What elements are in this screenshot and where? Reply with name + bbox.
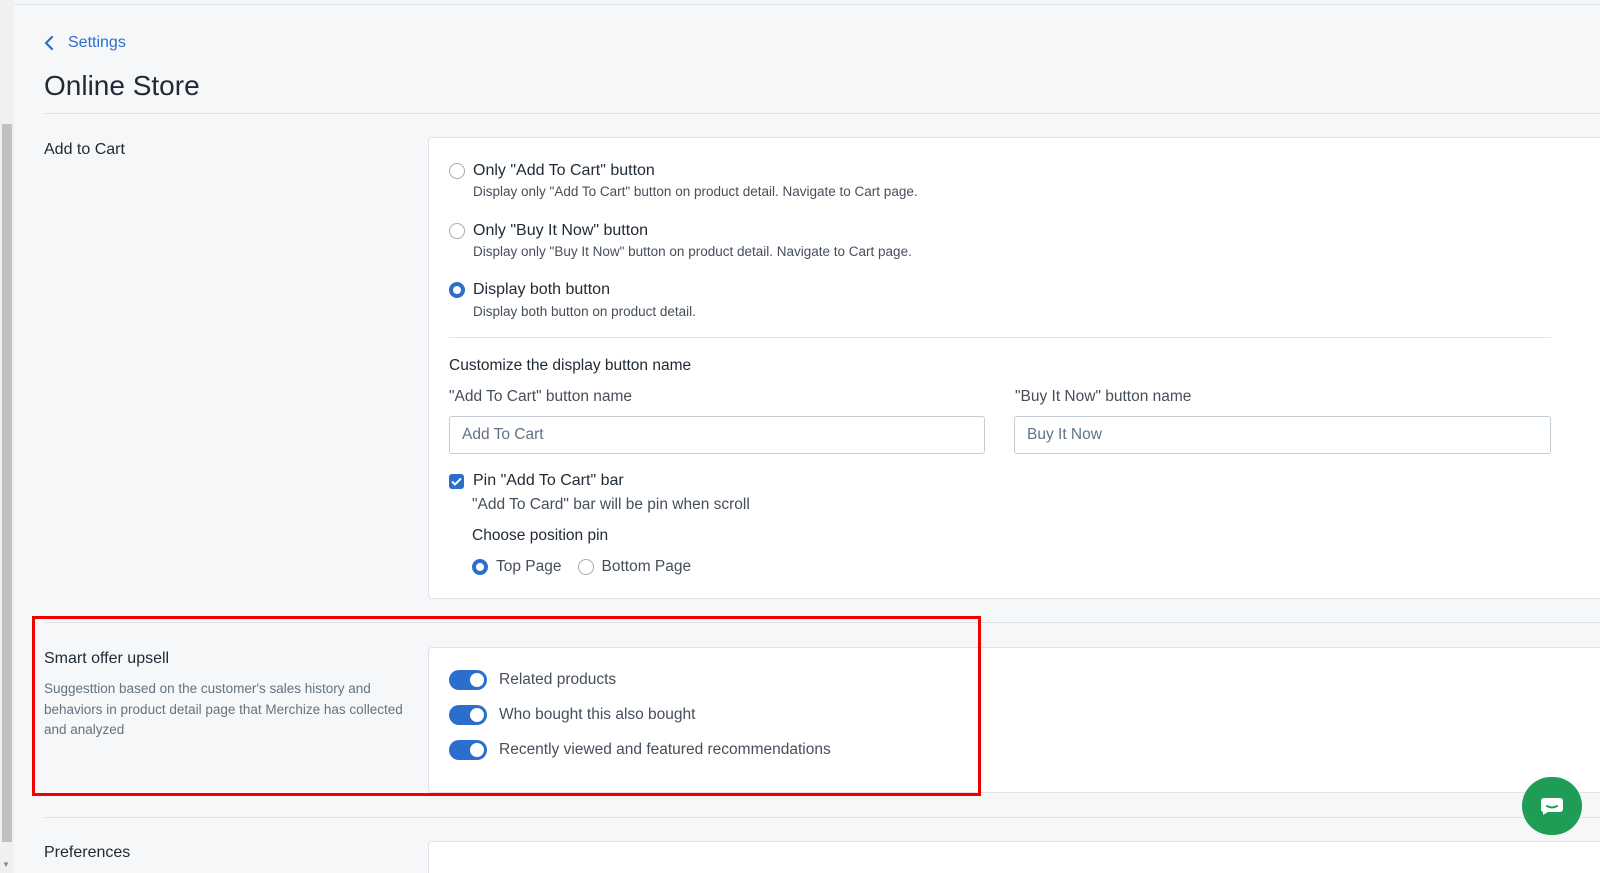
toggle-label: Related products	[499, 671, 617, 688]
header-divider	[44, 113, 1600, 114]
pin-add-to-cart-checkbox-row[interactable]: Pin "Add To Cart" bar	[449, 472, 624, 490]
radio-option-display-both[interactable]: Display both button	[449, 280, 610, 300]
radio-button[interactable]	[449, 223, 465, 239]
radio-button-selected[interactable]	[472, 559, 488, 575]
section-label-add-to-cart: Add to Cart	[44, 141, 125, 158]
toggle-recently-viewed[interactable]: Recently viewed and featured recommendat…	[449, 740, 831, 760]
toggle-label: Recently viewed and featured recommendat…	[499, 741, 831, 758]
buy-now-field-label: "Buy It Now" button name	[1015, 388, 1192, 405]
checkmark-icon	[451, 477, 462, 486]
card-divider	[449, 337, 1551, 338]
toggle-label: Who bought this also bought	[499, 706, 696, 723]
scrollbar-thumb[interactable]	[2, 124, 12, 842]
radio-button[interactable]	[577, 559, 594, 575]
radio-option-buy-now-only[interactable]: Only "Buy It Now" button	[449, 221, 648, 241]
breadcrumb-back-link[interactable]: Settings	[44, 34, 126, 52]
page-scrollbar[interactable]: ▼	[0, 0, 14, 873]
customize-heading: Customize the display button name	[449, 357, 692, 374]
option-title: Only "Buy It Now" button	[473, 222, 648, 239]
page-title: Online Store	[44, 70, 200, 101]
buy-now-name-input[interactable]	[1014, 416, 1551, 454]
toggle-switch[interactable]	[449, 705, 487, 725]
toggle-who-bought-also-bought[interactable]: Who bought this also bought	[449, 705, 695, 725]
option-label: Bottom Page	[601, 558, 692, 575]
position-pin-options: Top Page Bottom Page	[472, 558, 691, 576]
chat-button[interactable]	[1522, 777, 1582, 835]
option-description: Display only "Add To Cart" button on pro…	[473, 184, 918, 199]
option-title: Only "Add To Cart" button	[473, 162, 655, 179]
option-description: Display both button on product detail.	[473, 304, 696, 319]
radio-option-add-to-cart-only[interactable]: Only "Add To Cart" button	[449, 161, 655, 181]
toggle-related-products[interactable]: Related products	[449, 670, 616, 690]
pin-checkbox[interactable]	[449, 473, 464, 489]
add-to-cart-field-label: "Add To Cart" button name	[449, 388, 633, 405]
scroll-down-arrow-icon[interactable]: ▼	[2, 861, 10, 869]
toggle-switch[interactable]	[449, 670, 487, 690]
toggle-switch[interactable]	[449, 740, 487, 760]
pin-checkbox-label: Pin "Add To Cart" bar	[473, 472, 624, 489]
position-pin-heading: Choose position pin	[472, 527, 609, 544]
option-description: Display only "Buy It Now" button on prod…	[473, 244, 912, 259]
option-label: Top Page	[496, 558, 562, 575]
top-divider	[14, 4, 1600, 5]
radio-button-selected[interactable]	[449, 282, 465, 298]
section-divider	[44, 622, 1600, 623]
section-divider	[44, 817, 1600, 818]
option-title: Display both button	[473, 281, 610, 298]
chevron-left-icon	[44, 36, 54, 50]
radio-option-top-page[interactable]: Top Page	[472, 558, 562, 576]
preferences-card	[428, 841, 1600, 873]
radio-button[interactable]	[449, 163, 465, 179]
add-to-cart-name-input[interactable]	[449, 416, 985, 454]
section-label-preferences: Preferences	[44, 844, 131, 861]
breadcrumb-label: Settings	[68, 34, 126, 51]
smart-offer-description: Suggesttion based on the customer's sale…	[44, 681, 403, 737]
radio-option-bottom-page[interactable]: Bottom Page	[577, 558, 692, 576]
section-label-smart-offer: Smart offer upsell	[44, 650, 170, 667]
chat-bubble-icon	[1540, 798, 1563, 815]
pin-description: "Add To Card" bar will be pin when scrol…	[472, 496, 750, 513]
